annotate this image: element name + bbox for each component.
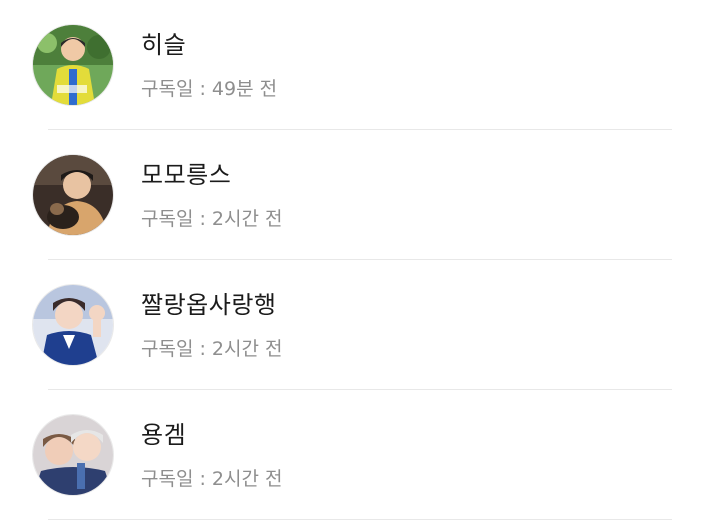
divider: [48, 519, 672, 520]
subscriber-list: 히슬 구독일 : 49분 전 모모릉스 구독일 : 2시간 전 짤랑옵사랑행 구…: [0, 0, 720, 524]
subscriber-name: 짤랑옵사랑행: [141, 291, 277, 319]
subscriber-row[interactable]: 용겜 구독일 : 2시간 전: [0, 390, 720, 520]
subscribed-time: 구독일 : 49분 전: [141, 78, 278, 100]
subscribed-time: 구독일 : 2시간 전: [141, 338, 283, 360]
subscriber-row[interactable]: 짤랑옵사랑행 구독일 : 2시간 전: [0, 260, 720, 390]
subscriber-row[interactable]: 모모릉스 구독일 : 2시간 전: [0, 130, 720, 260]
subscribed-time: 구독일 : 2시간 전: [141, 208, 283, 230]
avatar[interactable]: [33, 415, 113, 495]
subscriber-name: 용겜: [141, 421, 187, 449]
avatar[interactable]: [33, 25, 113, 105]
subscriber-row[interactable]: 히슬 구독일 : 49분 전: [0, 0, 720, 130]
avatar[interactable]: [33, 155, 113, 235]
subscribed-time: 구독일 : 2시간 전: [141, 468, 283, 490]
subscriber-name: 히슬: [141, 31, 187, 59]
avatar[interactable]: [33, 285, 113, 365]
subscriber-name: 모모릉스: [141, 161, 232, 189]
